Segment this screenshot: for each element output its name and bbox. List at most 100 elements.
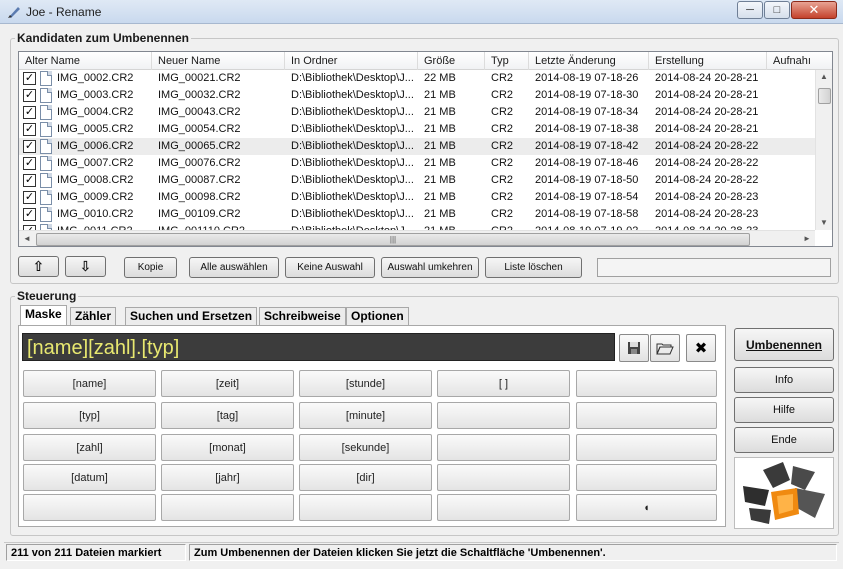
minimize-button[interactable]: ─ [737,1,763,19]
move-down-button[interactable]: ⇩ [65,256,106,277]
mask-input[interactable]: [name][zahl].[typ] [22,333,615,361]
table-cell-new: IMG_00098.CR2 [158,191,241,203]
token-button-empty[interactable] [161,494,294,521]
token-button[interactable]: [zeit] [161,370,294,397]
table-row[interactable]: ✓ IMG_0002.CR2 IMG_00021.CR2 D:\Bibliothek\… [19,70,815,87]
help-button[interactable]: Hilfe [734,397,834,423]
column-header-modified[interactable]: Letzte Änderung [529,52,649,70]
token-button-empty[interactable] [576,464,717,491]
token-button-empty[interactable] [437,494,570,521]
column-header-old-name[interactable]: Alter Name [19,52,152,70]
row-checkbox[interactable]: ✓ [23,174,36,187]
table-cell-new: IMG_00032.CR2 [158,89,241,101]
token-button-empty[interactable] [576,402,717,429]
table-row[interactable]: ✓ IMG_0005.CR2 IMG_00054.CR2 D:\Bibliothek\… [19,121,815,138]
table-cell-type: CR2 [491,174,514,186]
token-button-empty[interactable] [576,434,717,461]
clear-list-button[interactable]: Liste löschen [485,257,582,278]
move-up-button[interactable]: ⇧ [18,256,59,277]
scroll-right-icon[interactable]: ► [803,234,811,243]
table-cell-created: 2014-08-24 20-28-21 [655,72,759,84]
table-cell-new: IMG_00109.CR2 [158,208,241,220]
save-mask-button[interactable] [619,334,649,362]
select-none-button[interactable]: Keine Auswahl [285,257,375,278]
token-button[interactable]: [jahr] [161,464,294,491]
copy-button[interactable]: Kopie [124,257,177,278]
token-button[interactable]: [typ] [23,402,156,429]
invert-selection-button[interactable]: Auswahl umkehren [381,257,479,278]
column-header-type[interactable]: Typ [485,52,529,70]
token-button[interactable]: [ ] [437,370,570,397]
clear-mask-button[interactable]: ✖ [686,334,716,362]
scroll-down-icon[interactable]: ▼ [820,218,828,227]
tab-schreibweise[interactable]: Schreibweise [259,307,346,326]
tab-maske[interactable]: Maske [20,305,67,326]
table-row[interactable]: ✓IMG_0011.CR2IMG_001110.CR2D:\Bibliothek… [19,223,815,230]
table-cell-old: IMG_0005.CR2 [57,123,134,135]
tab-optionen[interactable]: Optionen [346,307,409,326]
row-checkbox[interactable]: ✓ [23,208,36,221]
horizontal-scrollbar[interactable]: ◄ ||| ► [19,230,815,246]
info-button[interactable]: Info [734,367,834,393]
tab-suchen-ersetzen[interactable]: Suchen und Ersetzen [125,307,258,326]
row-checkbox[interactable]: ✓ [23,89,36,102]
token-button[interactable]: [sekunde] [299,434,432,461]
column-header-folder[interactable]: In Ordner [285,52,418,70]
table-row[interactable]: ✓ IMG_0010.CR2 IMG_00109.CR2 D:\Bibliothek\… [19,206,815,223]
column-header-created[interactable]: Erstellung [649,52,767,70]
close-button[interactable]: ✕ [791,1,837,19]
row-checkbox[interactable]: ✓ [23,140,36,153]
token-button[interactable]: [tag] [161,402,294,429]
token-button[interactable]: [minute] [299,402,432,429]
scroll-left-icon[interactable]: ◄ [23,234,31,243]
token-button-empty[interactable] [23,494,156,521]
horizontal-scroll-thumb[interactable]: ||| [36,233,750,246]
token-button[interactable]: [dir] [299,464,432,491]
table-row[interactable]: ✓ IMG_0004.CR2 IMG_00043.CR2 D:\Bibliothek\… [19,104,815,121]
tab-zaehler[interactable]: Zähler [70,307,117,326]
token-button[interactable]: [zahl] [23,434,156,461]
token-button[interactable]: [name] [23,370,156,397]
token-button-empty[interactable] [437,434,570,461]
column-header-size[interactable]: Größe [418,52,485,70]
table-cell-type: CR2 [491,106,514,118]
title-bar[interactable]: Joe - Rename ─ □ ✕ [0,0,843,24]
maximize-button[interactable]: □ [764,1,790,19]
token-button-empty[interactable] [576,370,717,397]
table-row[interactable]: ✓ IMG_0006.CR2 IMG_00065.CR2 D:\Bibliothek\… [19,138,815,155]
select-all-button[interactable]: Alle auswählen [189,257,279,278]
table-cell-size: 21 MB [424,89,456,101]
end-button[interactable]: Ende [734,427,834,453]
token-button[interactable]: [stunde] [299,370,432,397]
table-cell-type: CR2 [485,223,529,230]
vertical-scrollbar[interactable]: ▲ ▼ [815,70,832,230]
row-checkbox[interactable]: ✓ [23,191,36,204]
column-header-new-name[interactable]: Neuer Name [152,52,285,70]
rename-button[interactable]: Umbenennen [734,328,834,361]
token-button[interactable]: [monat] [161,434,294,461]
token-button-empty[interactable] [437,464,570,491]
table-cell-new: IMG_00043.CR2 [158,106,241,118]
row-checkbox[interactable]: ✓ [23,157,36,170]
candidates-group-label: Kandidaten zum Umbenennen [15,31,192,45]
token-button-empty[interactable] [299,494,432,521]
status-bar: 211 von 211 Dateien markiert Zum Umbenen… [4,542,839,562]
table-row[interactable]: ✓ IMG_0003.CR2 IMG_00032.CR2 D:\Bibliothek\… [19,87,815,104]
table-row[interactable]: ✓ IMG_0007.CR2 IMG_00076.CR2 D:\Bibliothek\… [19,155,815,172]
token-button[interactable]: ◖ [576,494,717,521]
row-checkbox[interactable]: ✓ [23,72,36,85]
scroll-up-icon[interactable]: ▲ [820,72,828,81]
table-cell-size: 21 MB [424,123,456,135]
row-checkbox[interactable]: ✓ [23,106,36,119]
table-row[interactable]: ✓ IMG_0008.CR2 IMG_00087.CR2 D:\Bibliothek\… [19,172,815,189]
token-button[interactable]: [datum] [23,464,156,491]
open-mask-button[interactable] [650,334,680,362]
table-row[interactable]: ✓ IMG_0009.CR2 IMG_00098.CR2 D:\Bibliothek\… [19,189,815,206]
token-button-empty[interactable] [437,402,570,429]
file-table[interactable]: Alter Name Neuer Name In Ordner Größe Ty… [18,51,833,247]
table-cell-dir: D:\Bibliothek\Desktop\J... [291,123,414,135]
column-header-capture[interactable]: Aufnahı [767,52,832,70]
row-checkbox[interactable]: ✓ [23,123,36,136]
window-title: Joe - Rename [26,5,102,19]
vertical-scroll-thumb[interactable] [818,88,831,104]
